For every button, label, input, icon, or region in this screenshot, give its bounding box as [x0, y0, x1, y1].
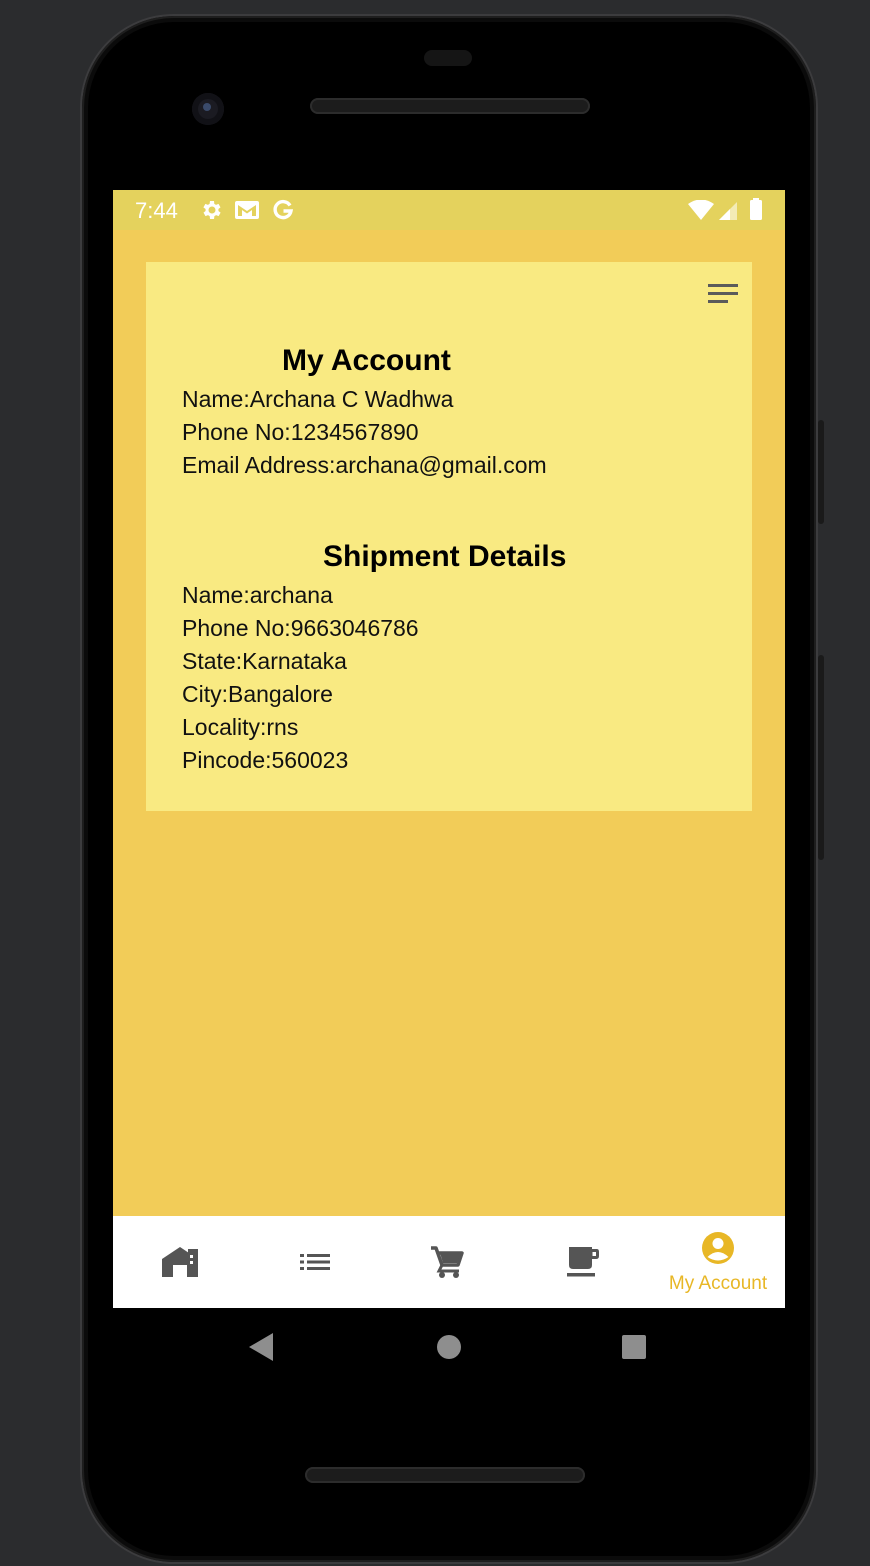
account-name: Name:Archana C Wadhwa — [182, 386, 454, 412]
shipment-phone: Phone No:9663046786 — [182, 615, 419, 641]
signal-icon — [719, 202, 737, 220]
shipment-city: City:Bangalore — [182, 681, 333, 707]
front-camera-icon — [192, 93, 224, 125]
proximity-sensor — [424, 50, 472, 66]
account-phone: Phone No:1234567890 — [182, 419, 419, 445]
google-icon — [273, 199, 294, 220]
cart-icon — [431, 1246, 464, 1278]
account-card: My Account Name:Archana C Wadhwa Phone N… — [146, 262, 752, 811]
shipment-title: Shipment Details — [323, 540, 567, 573]
mail-icon — [235, 201, 259, 219]
bottom-speaker — [305, 1467, 585, 1483]
app-screen: 7:44 My Account Name:Archana C Wadhwa Ph… — [113, 190, 785, 1308]
menu-icon[interactable] — [708, 282, 738, 306]
shipment-locality: Locality:rns — [182, 714, 299, 740]
gear-icon — [203, 201, 221, 219]
nav-my-account-label: My Account — [668, 1273, 768, 1294]
wifi-icon — [688, 200, 714, 220]
home-icon — [162, 1247, 198, 1277]
cup-icon — [567, 1247, 599, 1277]
status-time: 7:44 — [135, 198, 178, 223]
account-circle-icon — [702, 1232, 734, 1264]
back-icon[interactable] — [248, 1332, 274, 1362]
recents-square-icon[interactable] — [621, 1334, 647, 1360]
nav-cup[interactable] — [515, 1216, 649, 1308]
power-button — [818, 420, 824, 524]
account-title: My Account — [282, 344, 451, 377]
home-circle-icon[interactable] — [436, 1334, 462, 1360]
nav-my-account[interactable]: My Account — [651, 1216, 785, 1308]
nav-list[interactable] — [247, 1216, 381, 1308]
earpiece-speaker — [310, 98, 590, 114]
nav-home[interactable] — [113, 1216, 247, 1308]
shipment-pincode: Pincode:560023 — [182, 747, 349, 773]
volume-button — [818, 655, 824, 860]
account-email: Email Address:archana@gmail.com — [182, 452, 547, 478]
status-bar: 7:44 — [113, 190, 785, 230]
bottom-navigation: My Account — [113, 1216, 785, 1308]
shipment-state: State:Karnataka — [182, 648, 347, 674]
list-icon — [300, 1254, 330, 1270]
nav-cart[interactable] — [381, 1216, 515, 1308]
battery-icon — [750, 198, 762, 220]
emulator-background: 7:44 My Account Name:Archana C Wadhwa Ph… — [0, 0, 870, 1566]
shipment-name: Name:archana — [182, 582, 333, 608]
